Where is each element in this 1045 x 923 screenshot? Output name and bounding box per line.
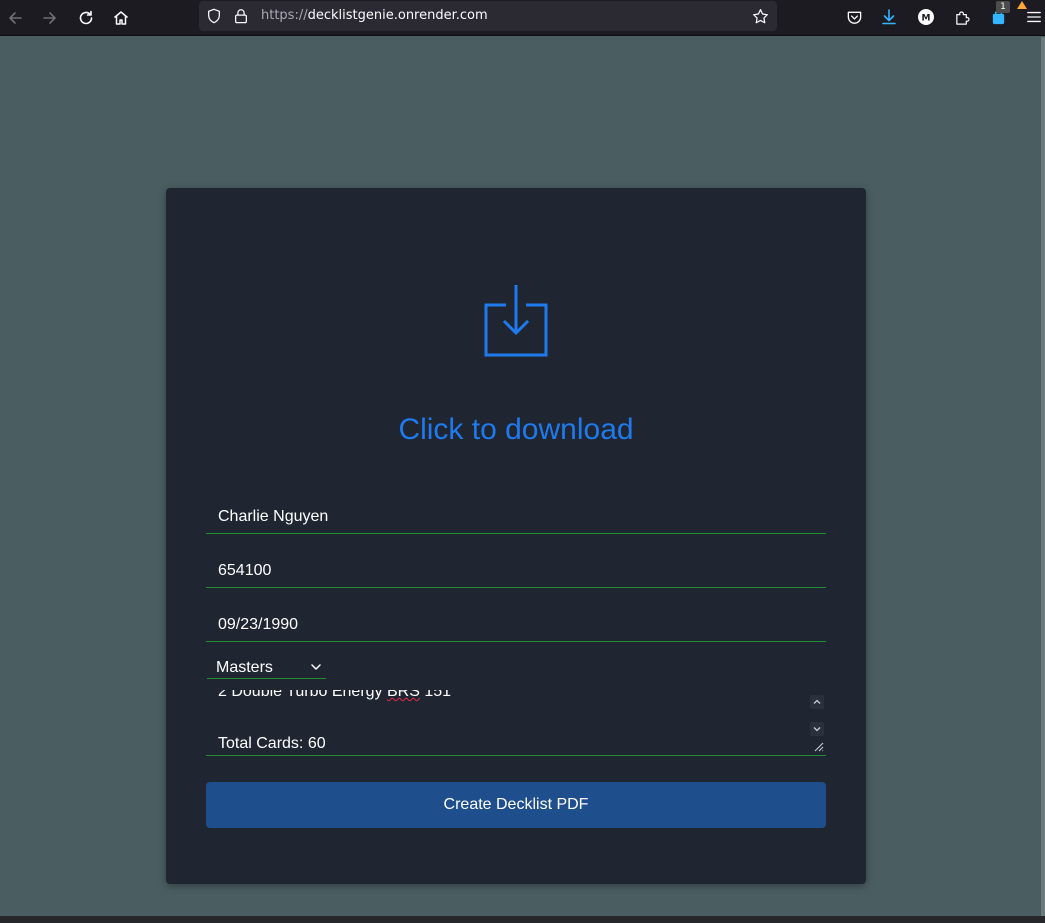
svg-text:M: M xyxy=(922,14,931,24)
back-button[interactable] xyxy=(1,4,29,32)
download-icon[interactable] xyxy=(484,284,548,360)
player-name-input[interactable] xyxy=(206,488,826,533)
decklist-total-line: Total Cards: 60 xyxy=(218,735,326,752)
address-bar[interactable]: https://decklistgenie.onrender.com xyxy=(199,1,777,31)
scroll-down-button[interactable] xyxy=(810,722,824,736)
m-letter-icon: M xyxy=(918,9,934,25)
chevron-up-icon xyxy=(813,699,821,704)
decklist-line: 2 Double Turbo Energy BRS 151 xyxy=(218,690,451,701)
arrow-right-icon xyxy=(43,12,56,24)
profile-avatar[interactable]: M xyxy=(914,5,938,29)
resize-handle-icon[interactable] xyxy=(812,740,824,752)
browser-toolbar: https://decklistgenie.onrender.com M 1 xyxy=(0,0,1045,36)
division-select[interactable]: Masters xyxy=(207,656,326,679)
create-pdf-button[interactable]: Create Decklist PDF xyxy=(206,782,826,828)
bottom-edge xyxy=(0,916,1045,923)
pocket-button[interactable] xyxy=(842,5,866,29)
arrow-left-icon xyxy=(9,12,22,24)
decklist-line-suffix: 151 xyxy=(419,690,452,700)
reload-button[interactable] xyxy=(72,4,100,32)
shield-icon[interactable] xyxy=(205,7,223,25)
decklist-card: Click to download Masters 2 Double Turbo… xyxy=(166,188,866,884)
menu-button[interactable] xyxy=(1022,5,1045,29)
url-text[interactable]: https://decklistgenie.onrender.com xyxy=(261,8,488,23)
birth-date-input[interactable] xyxy=(206,596,826,641)
chevron-down-icon xyxy=(813,727,821,732)
decklist-line-prefix: 2 Double Turbo Energy xyxy=(218,690,387,700)
scroll-up-button[interactable] xyxy=(810,695,824,709)
hamburger-icon xyxy=(1027,11,1041,23)
decklist-textarea[interactable]: 2 Double Turbo Energy BRS 151 Total Card… xyxy=(206,690,826,756)
extensions-button[interactable] xyxy=(950,5,974,29)
addon-badge: 1 xyxy=(996,1,1010,13)
lock-icon[interactable] xyxy=(232,7,250,25)
download-link[interactable]: Click to download xyxy=(166,413,866,447)
page-scrollbar[interactable] xyxy=(1041,37,1045,917)
birth-date-field[interactable] xyxy=(206,596,826,642)
chevron-down-icon xyxy=(311,664,321,670)
player-id-input[interactable] xyxy=(206,542,826,587)
url-host: decklistgenie.onrender.com xyxy=(307,8,488,23)
puzzle-icon xyxy=(955,10,970,25)
forward-button[interactable] xyxy=(36,4,64,32)
spellcheck-word: BRS xyxy=(387,690,420,700)
player-name-field[interactable] xyxy=(206,488,826,534)
home-icon xyxy=(114,11,128,25)
pocket-icon xyxy=(847,11,861,24)
downloads-button[interactable] xyxy=(877,5,901,29)
download-arrow-icon xyxy=(882,9,896,25)
url-scheme: https:// xyxy=(261,8,308,23)
player-id-field[interactable] xyxy=(206,542,826,588)
reload-icon xyxy=(79,10,93,25)
star-icon[interactable] xyxy=(751,7,769,25)
home-button[interactable] xyxy=(107,4,135,32)
division-value: Masters xyxy=(216,659,273,676)
